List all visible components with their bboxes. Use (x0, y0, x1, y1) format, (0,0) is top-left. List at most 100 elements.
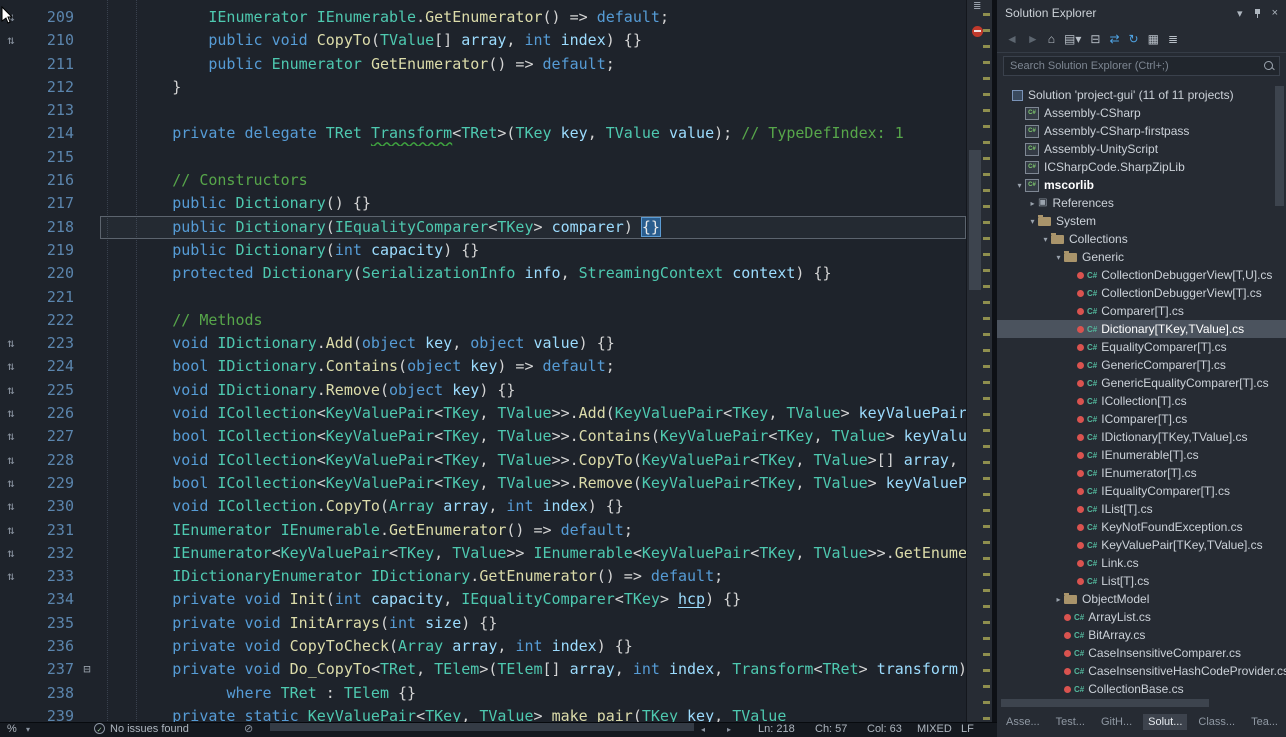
sync-with-active-document-icon[interactable]: ⇄ (1109, 32, 1119, 46)
show-all-files-icon[interactable]: ▦ (1148, 32, 1159, 46)
refresh-icon[interactable]: ↻ (1129, 32, 1139, 46)
code-text[interactable]: private void Init(int capacity, IEqualit… (100, 588, 966, 611)
tree-item[interactable]: C#Comparer[T].cs (997, 302, 1286, 320)
tree-item[interactable]: C#IDictionary[TKey,TValue].cs (997, 428, 1286, 446)
code-text[interactable]: void ICollection<KeyValuePair<TKey, TVal… (100, 402, 966, 425)
tree-item[interactable]: ▾System (997, 212, 1286, 230)
code-text[interactable]: public Dictionary() {} (100, 192, 966, 215)
tree-item[interactable]: C#ArrayList.cs (997, 608, 1286, 626)
code-text[interactable]: private delegate TRet Transform<TRet>(TK… (100, 122, 966, 145)
code-text[interactable]: IEnumerator<KeyValuePair<TKey, TValue>> … (100, 542, 966, 565)
tree-item[interactable]: ▸▣References (997, 194, 1286, 212)
properties-icon[interactable]: ≣ (1168, 32, 1178, 46)
code-text[interactable]: IDictionaryEnumerator IDictionary.GetEnu… (100, 565, 966, 588)
implements-icon[interactable]: ⇅ (0, 472, 22, 495)
scroll-left-icon[interactable]: ◂ (701, 723, 705, 736)
code-text[interactable]: where TRet : TElem {} (100, 682, 966, 705)
code-text[interactable]: protected Dictionary(SerializationInfo i… (100, 262, 966, 285)
scroll-right-icon[interactable]: ▸ (727, 723, 731, 736)
tree-item[interactable]: ▾C#mscorlib (997, 176, 1286, 194)
tree-item[interactable]: C#CollectionDebuggerView[T].cs (997, 284, 1286, 302)
no-issues-icon[interactable]: ✓ (94, 723, 105, 734)
zoom-caret-icon[interactable]: ▾ (26, 723, 30, 736)
panel-tab-test[interactable]: Test... (1051, 714, 1090, 730)
code-text[interactable]: void ICollection<KeyValuePair<TKey, TVal… (100, 449, 966, 472)
home-icon[interactable]: ⌂ (1048, 32, 1055, 46)
panel-tab-solut[interactable]: Solut... (1143, 714, 1187, 730)
tree-item[interactable]: C#Assembly-CSharp-firstpass (997, 122, 1286, 140)
tree-item[interactable]: C#Assembly-UnityScript (997, 140, 1286, 158)
implements-icon[interactable]: ⇅ (0, 542, 22, 565)
tree-item[interactable]: C#BitArray.cs (997, 626, 1286, 644)
tree-item[interactable]: C#CollectionDebuggerView[T,U].cs (997, 266, 1286, 284)
code-text[interactable]: private void CopyToCheck(Array array, in… (100, 635, 966, 658)
implements-icon[interactable]: ⇅ (0, 449, 22, 472)
implements-icon[interactable]: ⇅ (0, 379, 22, 402)
tree-item[interactable]: C#CollectionBase.cs (997, 680, 1286, 698)
tree-item[interactable]: ▾Collections (997, 230, 1286, 248)
close-icon[interactable]: × (1272, 7, 1278, 19)
tree-item[interactable]: C#GenericComparer[T].cs (997, 356, 1286, 374)
search-input[interactable] (1003, 56, 1280, 76)
code-text[interactable]: IEnumerator IEnumerable.GetEnumerator() … (100, 519, 966, 542)
code-text[interactable]: private void InitArrays(int size) {} (100, 612, 966, 635)
code-text[interactable]: void IDictionary.Add(object key, object … (100, 332, 966, 355)
editor-horizontal-scrollbar-thumb[interactable] (270, 723, 694, 731)
tree-item[interactable]: C#KeyValuePair[TKey,TValue].cs (997, 536, 1286, 554)
tree-item[interactable]: C#Link.cs (997, 554, 1286, 572)
expander-collapsed-icon[interactable]: ▸ (1027, 199, 1038, 208)
tree-item[interactable]: C#EqualityComparer[T].cs (997, 338, 1286, 356)
code-text[interactable]: bool IDictionary.Contains(object key) =>… (100, 355, 966, 378)
expander-expanded-icon[interactable]: ▾ (1014, 181, 1025, 190)
tree-item[interactable]: C#IList[T].cs (997, 500, 1286, 518)
tree-item[interactable]: ▸ObjectModel (997, 590, 1286, 608)
code-editor[interactable]: ⇅209 IEnumerator IEnumerable.GetEnumerat… (0, 0, 966, 723)
zoom-control[interactable]: % (7, 723, 17, 736)
tree-item[interactable]: C#GenericEqualityComparer[T].cs (997, 374, 1286, 392)
implements-icon[interactable]: ⇅ (0, 29, 22, 52)
expander-collapsed-icon[interactable]: ▸ (1053, 595, 1064, 604)
panel-horizontal-scrollbar-thumb[interactable] (1001, 699, 1209, 707)
code-text[interactable]: bool ICollection<KeyValuePair<TKey, TVal… (100, 472, 966, 495)
fold-collapse-icon[interactable]: ⊟ (74, 658, 100, 681)
code-text[interactable]: private static KeyValuePair<TKey, TValue… (100, 705, 966, 723)
tree-item[interactable]: ▾Generic (997, 248, 1286, 266)
panel-tab-tea[interactable]: Tea... (1246, 714, 1283, 730)
code-text[interactable]: } (100, 76, 966, 99)
code-text[interactable]: IEnumerator IEnumerable.GetEnumerator() … (100, 6, 966, 29)
panel-vertical-scrollbar-thumb[interactable] (1275, 86, 1284, 206)
code-text[interactable]: void IDictionary.Remove(object key) {} (100, 379, 966, 402)
code-text[interactable]: private void Do_CopyTo<TRet, TElem>(TEle… (100, 658, 966, 681)
code-text[interactable]: void ICollection.CopyTo(Array array, int… (100, 495, 966, 518)
implements-icon[interactable]: ⇅ (0, 495, 22, 518)
tree-item[interactable]: C#IEnumerable[T].cs (997, 446, 1286, 464)
implements-icon[interactable]: ⇅ (0, 425, 22, 448)
panel-tab-gith[interactable]: GitH... (1096, 714, 1137, 730)
panel-tab-asse[interactable]: Asse... (1001, 714, 1045, 730)
implements-icon[interactable]: ⇅ (0, 355, 22, 378)
tree-item[interactable]: C#ICSharpCode.SharpZipLib (997, 158, 1286, 176)
code-text[interactable]: // Constructors (100, 169, 966, 192)
code-text[interactable]: public void CopyTo(TValue[] array, int i… (100, 29, 966, 52)
panel-tab-class[interactable]: Class... (1193, 714, 1240, 730)
tree-item[interactable]: Solution 'project-gui' (11 of 11 project… (997, 86, 1286, 104)
back-icon[interactable]: ◄ (1006, 32, 1018, 46)
editor-vertical-scrollbar-thumb[interactable] (969, 150, 981, 290)
tree-item[interactable]: C#Dictionary[TKey,TValue].cs (997, 320, 1286, 338)
tree-item[interactable]: C#CaseInsensitiveHashCodeProvider.cs (997, 662, 1286, 680)
implements-icon[interactable]: ⇅ (0, 402, 22, 425)
window-position-icon[interactable]: ▾ (1237, 7, 1243, 20)
tree-item[interactable]: C#Assembly-CSharp (997, 104, 1286, 122)
search-icon[interactable] (1264, 61, 1273, 70)
code-text[interactable] (100, 286, 966, 309)
code-text[interactable]: bool ICollection<KeyValuePair<TKey, TVal… (100, 425, 966, 448)
switch-views-icon[interactable]: ▤▾ (1064, 32, 1081, 46)
panel-horizontal-scrollbar[interactable] (999, 698, 1284, 708)
implements-icon[interactable]: ⇅ (0, 519, 22, 542)
tree-item[interactable]: C#CaseInsensitiveComparer.cs (997, 644, 1286, 662)
tree-item[interactable]: C#IComparer[T].cs (997, 410, 1286, 428)
tree-item[interactable]: C#ICollection[T].cs (997, 392, 1286, 410)
implements-icon[interactable]: ⇅ (0, 332, 22, 355)
code-text[interactable]: public Dictionary(IEqualityComparer<TKey… (100, 216, 966, 239)
code-text[interactable] (100, 99, 966, 122)
